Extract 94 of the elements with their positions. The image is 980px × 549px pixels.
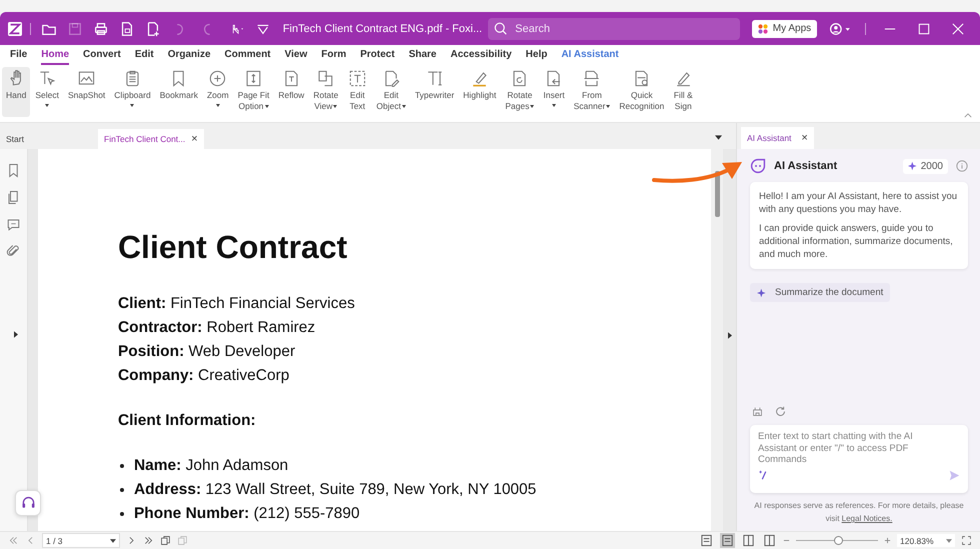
- menu-tab[interactable]: Edit: [134, 49, 154, 65]
- page-fit-icon: [244, 69, 264, 88]
- list-item: Name: John Adamson: [134, 456, 288, 476]
- ribbon-tool-button[interactable]: Clipboard: [110, 67, 155, 117]
- ribbon-tool-button[interactable]: Zoom: [202, 67, 233, 117]
- ribbon-tool-button[interactable]: Reflow: [274, 67, 308, 117]
- menu-tab[interactable]: Protect: [360, 49, 395, 65]
- single-page-icon[interactable]: [699, 533, 714, 548]
- support-button[interactable]: [15, 490, 41, 516]
- chat-input-box[interactable]: Enter text to start chatting with the AI Assistant or enter "/" to access PDF Commands: [750, 425, 968, 493]
- last-page-icon[interactable]: [143, 535, 154, 546]
- ribbon-tool-button[interactable]: Quick Recognition: [615, 67, 668, 117]
- first-page-icon[interactable]: [8, 535, 19, 546]
- ribbon-tool-button[interactable]: Highlight: [459, 67, 500, 117]
- my-apps-button[interactable]: My Apps: [752, 20, 818, 38]
- legal-notices-link[interactable]: Legal Notices.: [842, 514, 892, 523]
- credits-badge: 2000: [902, 158, 948, 174]
- search-icon: [494, 22, 508, 35]
- app-logo-icon[interactable]: [8, 22, 22, 36]
- menu-tab[interactable]: Form: [321, 49, 346, 65]
- panel-tab[interactable]: AI Assistant ×: [741, 127, 814, 149]
- menu-tab[interactable]: Convert: [83, 49, 121, 65]
- expand-panel-icon[interactable]: [14, 331, 18, 338]
- ribbon-tool-button[interactable]: Rotate View: [309, 67, 342, 117]
- section-heading: Client Information:: [118, 412, 257, 430]
- menu-tab[interactable]: File: [10, 49, 28, 65]
- contract-field: Contractor: Robert Ramirez: [118, 316, 712, 340]
- chat-message: I can provide quick answers, guide you to additional information, summarize documents, and much more.: [759, 222, 954, 261]
- ribbon-tool-button[interactable]: Fill & Sign: [669, 67, 698, 117]
- continuous-facing-icon[interactable]: [762, 533, 777, 548]
- page-number-field[interactable]: 1 / 3: [42, 533, 120, 548]
- tab-list-caret-icon[interactable]: [715, 135, 722, 140]
- document-tab[interactable]: FinTech Client Cont... ×: [98, 129, 204, 149]
- ribbon-tool-button[interactable]: From Scanner: [570, 67, 614, 117]
- menu-tab[interactable]: Help: [526, 49, 548, 65]
- bullet-dot: [120, 512, 124, 516]
- zoom-in-icon[interactable]: [884, 537, 891, 544]
- ribbon-tool-button[interactable]: SnapShot: [64, 67, 110, 117]
- ribbon-tool-button[interactable]: Bookmark: [156, 67, 202, 117]
- ribbon-tool-button[interactable]: Insert: [539, 67, 569, 117]
- text-cursor-icon: [38, 69, 57, 88]
- contract-field: Client: FinTech Financial Services: [118, 292, 712, 316]
- sparkle-icon: [757, 288, 767, 298]
- apps-icon: [758, 24, 768, 34]
- contract-field: Company: CreativeCorp: [118, 364, 712, 388]
- menu-tab[interactable]: Share: [408, 49, 436, 65]
- ribbon-tool-button[interactable]: Page Fit Option: [234, 67, 274, 117]
- list-item: Phone Number: (212) 555-7890: [134, 504, 360, 524]
- comment-icon[interactable]: [6, 217, 21, 232]
- search-bar[interactable]: Search: [488, 18, 740, 40]
- maximize-icon[interactable]: [918, 22, 930, 34]
- menu-tab[interactable]: View: [284, 49, 308, 65]
- typewriter-icon: [425, 69, 444, 88]
- ribbon-tool-button[interactable]: Select: [31, 67, 63, 117]
- expand-panel-icon[interactable]: [728, 332, 732, 338]
- disclaimer-text: AI responses serve as references. For more details, please visit Legal Notices.: [753, 500, 965, 525]
- bullet-dot: [120, 488, 124, 492]
- menu-tab[interactable]: Organize: [168, 49, 211, 65]
- window-title: FinTech Client Contract ENG.pdf - Foxi...: [282, 22, 482, 34]
- menu-tab[interactable]: AI Assistant: [561, 49, 619, 65]
- fullscreen-icon[interactable]: [961, 535, 972, 546]
- vertical-scrollbar[interactable]: [711, 149, 724, 531]
- facing-pages-icon[interactable]: [741, 533, 756, 548]
- zoom-icon: [208, 69, 228, 88]
- suggestion-button[interactable]: Summarize the document: [750, 283, 890, 302]
- bullet-dot: [120, 464, 124, 468]
- document-title: Client Contract: [118, 229, 348, 266]
- search-field[interactable]: Search: [513, 22, 718, 36]
- scanner-icon: [582, 69, 602, 88]
- print-icon[interactable]: [92, 20, 109, 36]
- chat-bot-icon: [750, 158, 766, 174]
- panel-title: AI Assistant: [774, 160, 838, 172]
- ribbon-tool-button[interactable]: Hand: [2, 67, 30, 117]
- ribbon-tool-button[interactable]: Typewriter: [410, 67, 458, 117]
- close-icon[interactable]: [952, 22, 964, 34]
- list-item: Address: 123 Wall Street, Suite 789, New York, NY 10005: [134, 480, 536, 500]
- ribbon-tool-button[interactable]: Edit Object: [372, 67, 410, 117]
- paperclip-icon[interactable]: [6, 244, 21, 259]
- zoom-field[interactable]: 120.83%: [897, 534, 955, 547]
- edit-text-icon: [348, 69, 367, 88]
- copy-icon[interactable]: [160, 535, 171, 546]
- menu-tab[interactable]: Accessibility: [450, 49, 512, 65]
- chat-input-field[interactable]: Enter text to start chatting with the AI Assistant or enter "/" to access PDF Commands: [758, 431, 942, 467]
- caret-icon[interactable]: [110, 538, 116, 542]
- zoom-out-icon[interactable]: [783, 537, 790, 544]
- continuous-page-icon[interactable]: [720, 533, 735, 548]
- contract-field: Position: Web Developer: [118, 340, 712, 364]
- refresh-icon[interactable]: [775, 406, 786, 417]
- ribbon-tool-button[interactable]: Edit Text: [343, 67, 372, 117]
- ribbon-tool-button[interactable]: Rotate Pages: [501, 67, 538, 117]
- info-icon[interactable]: [956, 160, 968, 172]
- collapse-ribbon-icon[interactable]: [964, 113, 972, 118]
- menu-tab[interactable]: Comment: [224, 49, 271, 65]
- chat-message: Hello! I am your AI Assistant, here to assist you with any questions you may have.: [759, 190, 958, 216]
